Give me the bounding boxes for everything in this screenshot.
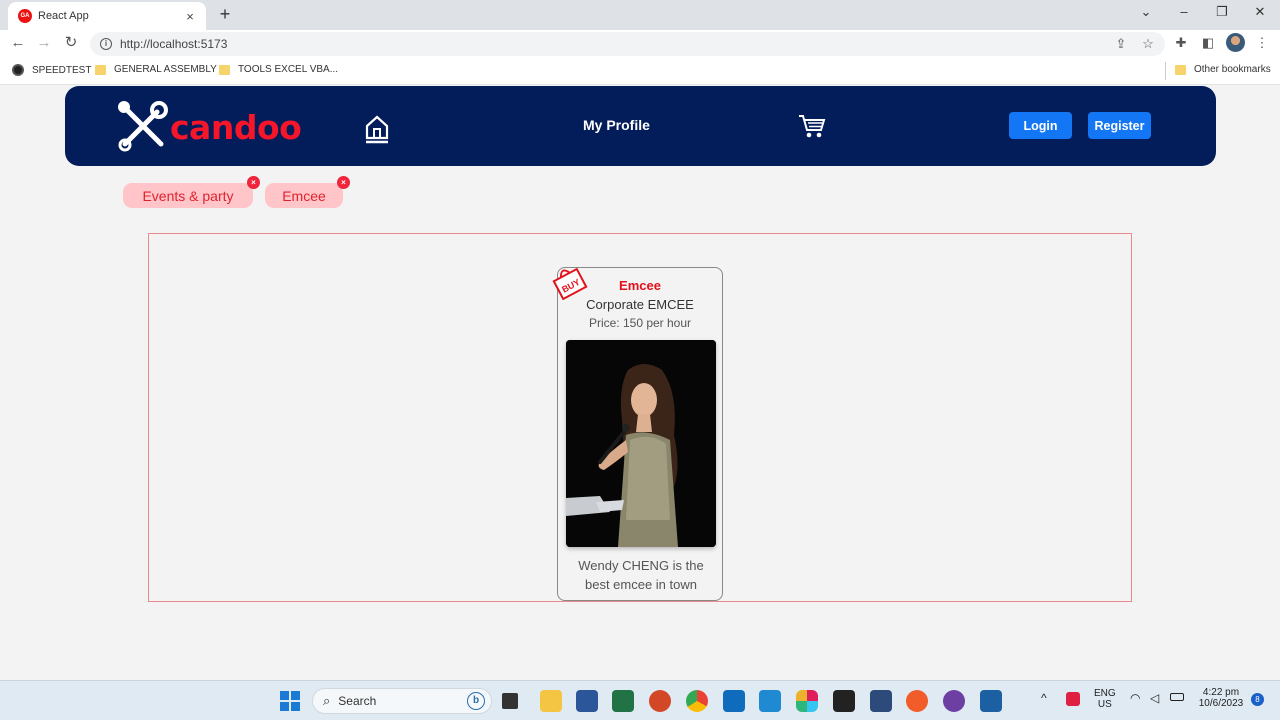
folder-icon bbox=[1175, 64, 1186, 75]
task-view-icon[interactable] bbox=[502, 693, 518, 709]
word-icon[interactable] bbox=[576, 690, 598, 712]
profile-avatar[interactable] bbox=[1226, 33, 1245, 52]
language-label: ENG bbox=[1094, 688, 1116, 699]
back-button[interactable]: ← bbox=[9, 34, 27, 52]
slack-icon[interactable] bbox=[796, 690, 818, 712]
listing-photo[interactable] bbox=[566, 340, 716, 547]
tab-title: React App bbox=[38, 10, 89, 22]
clock-time: 4:22 pm bbox=[1202, 687, 1240, 698]
notification-badge[interactable]: 8 bbox=[1251, 693, 1264, 706]
volume-icon[interactable]: ◁ bbox=[1150, 691, 1159, 705]
filter-chip-label: Emcee bbox=[282, 187, 326, 204]
github-desktop-icon[interactable] bbox=[943, 690, 965, 712]
listing-price: Price: 150 per hour bbox=[588, 316, 692, 330]
taskbar-search-input[interactable]: ⌕ Search b bbox=[312, 688, 492, 714]
file-explorer-icon[interactable] bbox=[540, 690, 562, 712]
folder-icon bbox=[95, 64, 106, 75]
chrome-icon[interactable] bbox=[686, 690, 708, 712]
url-text: http://localhost:5173 bbox=[120, 37, 228, 51]
bookmark-label: GENERAL ASSEMBLY bbox=[114, 64, 217, 75]
clock-date: 10/6/2023 bbox=[1198, 698, 1244, 709]
other-bookmarks[interactable]: Other bookmarks bbox=[1175, 64, 1271, 75]
browser-tabstrip: GA React App × + ⌄ – ❐ ✕ bbox=[0, 0, 1280, 30]
bookmark-general-assembly[interactable]: GENERAL ASSEMBLY bbox=[95, 64, 217, 75]
site-navbar: candoo My Profile Login Register bbox=[65, 86, 1216, 166]
brand-logo[interactable]: candoo bbox=[117, 100, 302, 152]
windows-start-icon[interactable] bbox=[279, 690, 301, 712]
tab-favicon-icon: GA bbox=[18, 9, 32, 23]
vscode-icon[interactable] bbox=[759, 690, 781, 712]
filter-chip-events-party[interactable]: Events & party × bbox=[123, 176, 260, 208]
snipping-tool-icon[interactable] bbox=[870, 690, 892, 712]
bookmark-label: SPEEDTEST bbox=[32, 64, 92, 76]
menu-kebab-icon[interactable]: ⋮ bbox=[1253, 35, 1271, 51]
battery-icon[interactable] bbox=[1170, 693, 1184, 701]
bookmark-star-icon[interactable]: ☆ bbox=[1139, 32, 1157, 56]
address-bar[interactable]: i http://localhost:5173 ⇪ ☆ bbox=[90, 32, 1165, 56]
filter-chip-emcee[interactable]: Emcee × bbox=[265, 176, 350, 208]
browser-tab[interactable]: GA React App × bbox=[8, 2, 206, 30]
side-panel-icon[interactable]: ◧ bbox=[1199, 35, 1217, 51]
language-indicator[interactable]: ENG US bbox=[1094, 688, 1116, 710]
bookmark-speedtest[interactable]: SPEEDTEST bbox=[12, 64, 91, 76]
region-label: US bbox=[1097, 699, 1112, 710]
maximize-button[interactable]: ❐ bbox=[1212, 4, 1232, 20]
speedtest-icon bbox=[12, 64, 24, 76]
remove-filter-icon[interactable]: × bbox=[247, 176, 260, 189]
tray-app-icon[interactable] bbox=[1066, 692, 1080, 706]
filter-chip-label: Events & party bbox=[142, 187, 234, 204]
bookmark-label: Other bookmarks bbox=[1194, 64, 1271, 75]
wifi-icon[interactable]: ◠ bbox=[1130, 691, 1140, 705]
extensions-icon[interactable]: ✚ bbox=[1172, 35, 1190, 51]
tab-search-icon[interactable]: ⌄ bbox=[1136, 4, 1156, 20]
remove-filter-icon[interactable]: × bbox=[337, 176, 350, 189]
login-button[interactable]: Login bbox=[1009, 112, 1072, 139]
forward-button[interactable]: → bbox=[35, 34, 53, 52]
listing-category: Emcee bbox=[619, 278, 661, 293]
brand-name: candoo bbox=[170, 108, 302, 147]
excel-icon[interactable] bbox=[612, 690, 634, 712]
clock[interactable]: 4:22 pm 10/6/2023 bbox=[1196, 687, 1246, 709]
tools-logo-icon bbox=[118, 101, 168, 152]
folder-icon bbox=[219, 64, 230, 75]
bookmarks-bar: SPEEDTEST GENERAL ASSEMBLY TOOLS EXCEL V… bbox=[0, 57, 1280, 85]
search-icon: ⌕ bbox=[323, 693, 331, 708]
bookmark-label: TOOLS EXCEL VBA... bbox=[238, 64, 339, 75]
app-icon[interactable] bbox=[833, 690, 855, 712]
reload-button[interactable]: ↻ bbox=[62, 34, 80, 52]
bing-icon[interactable]: b bbox=[467, 692, 485, 710]
share-icon[interactable]: ⇪ bbox=[1112, 32, 1130, 56]
close-icon[interactable]: × bbox=[182, 9, 198, 24]
pdf-app-icon[interactable] bbox=[980, 690, 1002, 712]
minimize-button[interactable]: – bbox=[1174, 4, 1194, 19]
window-close-button[interactable]: ✕ bbox=[1250, 4, 1270, 20]
site-info-icon[interactable]: i bbox=[100, 38, 112, 50]
chevron-up-icon[interactable]: ^ bbox=[1041, 691, 1047, 705]
postman-icon[interactable] bbox=[906, 690, 928, 712]
bookmark-tools-excel[interactable]: TOOLS EXCEL VBA... bbox=[219, 64, 338, 75]
home-icon[interactable] bbox=[365, 114, 389, 144]
listing-title: Corporate EMCEE bbox=[586, 297, 694, 312]
windows-taskbar: ⌕ Search b ^ ENG US ◠ ◁ 4:22 pm 10/6/202… bbox=[0, 680, 1280, 720]
listing-card[interactable]: BUY Emcee Corporate EMCEE Price: 150 per… bbox=[552, 267, 723, 601]
powerpoint-icon[interactable] bbox=[649, 690, 671, 712]
register-button[interactable]: Register bbox=[1088, 112, 1151, 139]
search-placeholder: Search bbox=[338, 694, 377, 708]
my-profile-link[interactable]: My Profile bbox=[583, 117, 650, 133]
shopping-cart-icon[interactable] bbox=[798, 113, 826, 139]
browser-toolbar: ← → ↻ i http://localhost:5173 ⇪ ☆ ✚ ◧ ⋮ bbox=[0, 30, 1280, 57]
bookmarks-divider bbox=[1165, 62, 1166, 80]
emcee-photo-image bbox=[566, 340, 716, 547]
listing-description: Wendy CHENG is the best emcee in town bbox=[578, 558, 704, 592]
new-tab-button[interactable]: + bbox=[215, 4, 235, 24]
outlook-icon[interactable] bbox=[723, 690, 745, 712]
